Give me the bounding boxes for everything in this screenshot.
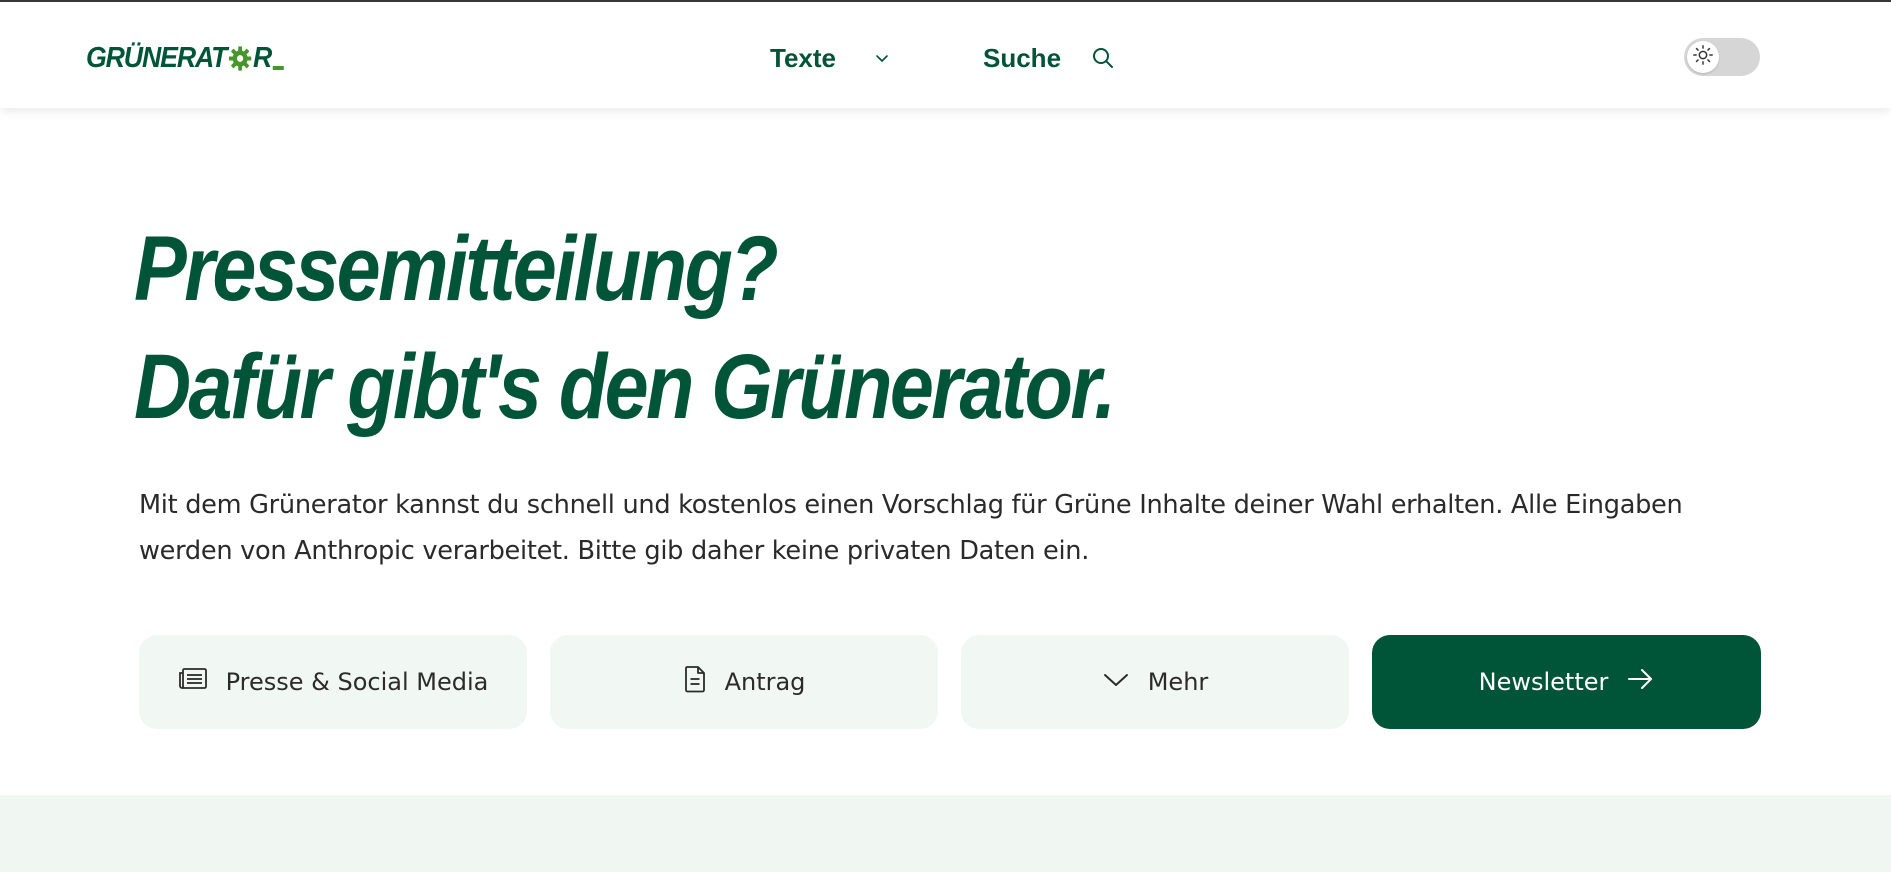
- search-icon: [1091, 46, 1115, 70]
- logo[interactable]: GRÜNERAT R: [86, 40, 285, 76]
- nav-texte[interactable]: Texte: [770, 43, 890, 74]
- sun-icon: [1692, 44, 1714, 70]
- logo-text-left: GRÜNERAT: [86, 41, 227, 74]
- newspaper-icon: [178, 667, 208, 697]
- mehr-label: Mehr: [1147, 668, 1209, 696]
- mehr-button[interactable]: Mehr: [961, 635, 1349, 729]
- nav-suche[interactable]: Suche: [983, 43, 1115, 74]
- chevron-down-icon: [1102, 668, 1130, 696]
- chevron-down-icon: [874, 50, 890, 66]
- nav-texte-label: Texte: [770, 42, 836, 73]
- bottom-section: [0, 795, 1891, 872]
- hero-title-line-2: Dafür gibt's den Grünerator.: [134, 336, 1116, 438]
- logo-underscore: [273, 66, 285, 70]
- site-header: GRÜNERAT R Texte Suche: [0, 2, 1891, 108]
- antrag-label: Antrag: [724, 668, 806, 696]
- toggle-knob: [1687, 41, 1719, 73]
- hero-title: Pressemitteilung? Dafür gibt's den Grüne…: [134, 210, 1116, 446]
- newsletter-button[interactable]: Newsletter: [1372, 635, 1761, 729]
- gear-icon: [227, 45, 252, 72]
- presse-social-media-button[interactable]: Presse & Social Media: [139, 635, 527, 729]
- main-nav: Texte Suche: [770, 38, 1115, 78]
- hero-intro: Mit dem Grünerator kannst du schnell und…: [139, 490, 1683, 566]
- newsletter-label: Newsletter: [1478, 668, 1609, 696]
- logo-text-right: R: [253, 41, 272, 74]
- nav-suche-label: Suche: [983, 42, 1062, 73]
- presse-social-media-label: Presse & Social Media: [225, 668, 489, 696]
- antrag-button[interactable]: Antrag: [550, 635, 938, 729]
- action-buttons: Presse & Social Media Antrag Mehr Newsle…: [139, 635, 1761, 729]
- theme-toggle[interactable]: [1684, 38, 1760, 76]
- arrow-right-icon: [1626, 667, 1654, 697]
- document-icon: [683, 665, 707, 699]
- hero-title-line-1: Pressemitteilung?: [134, 218, 779, 320]
